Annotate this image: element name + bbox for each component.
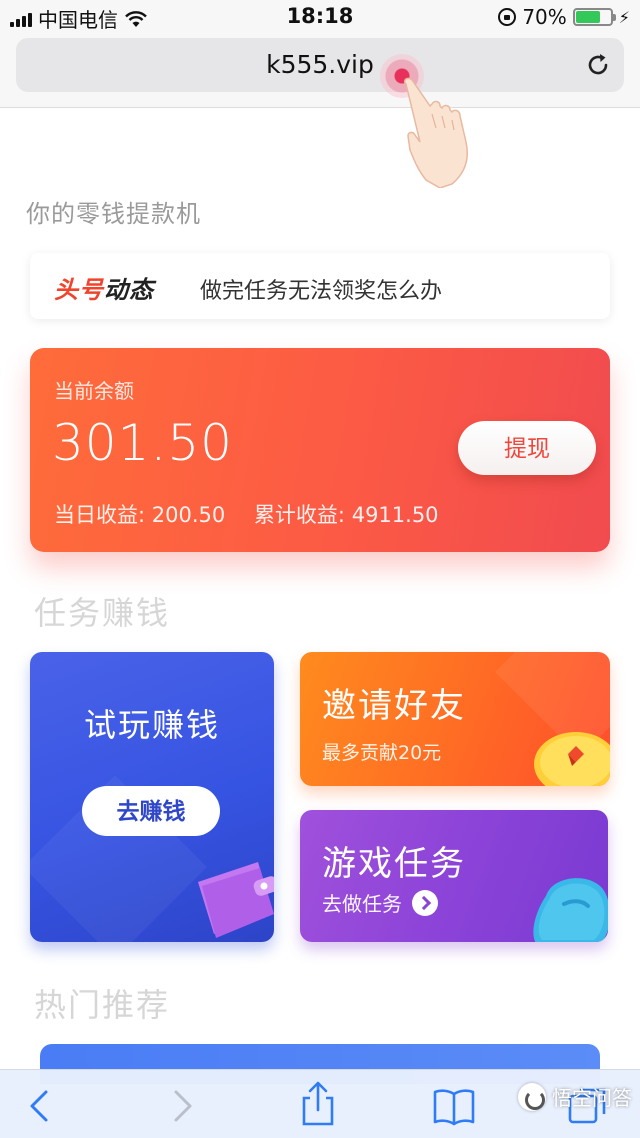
game-card-subtitle: 去做任务 [322, 892, 402, 916]
share-icon [302, 1081, 334, 1126]
browser-header: k555.vip [0, 34, 640, 188]
watermark-text: 悟空问答 [552, 1086, 632, 1110]
trial-earn-card[interactable]: 试玩赚钱 去赚钱 [30, 652, 274, 942]
news-logo-red: 头号 [54, 276, 104, 304]
earnings-stats: 当日收益: 200.50 累计收益: 4911.50 [54, 499, 461, 529]
pointing-hand-icon [403, 77, 468, 188]
total-earnings-value: 4911.50 [351, 503, 439, 527]
rotation-lock-icon [498, 8, 517, 26]
back-button[interactable] [18, 1084, 62, 1128]
gamepad-icon [533, 878, 608, 942]
wallet-icon [198, 862, 274, 938]
game-card-link[interactable]: 去做任务 [322, 888, 438, 917]
bookmarks-button[interactable] [432, 1084, 476, 1128]
share-button[interactable] [296, 1080, 340, 1126]
today-earnings-value: 200.50 [151, 503, 226, 527]
invite-card-subtitle: 最多贡献20元 [322, 742, 442, 764]
go-earn-button[interactable]: 去赚钱 [82, 786, 220, 836]
status-right: 70% ⚡ [498, 5, 630, 29]
watermark-logo-icon [518, 1082, 546, 1111]
game-tasks-card[interactable]: 游戏任务 去做任务 [300, 810, 608, 942]
reload-icon[interactable] [584, 51, 612, 79]
news-logo: 头号动态 [54, 270, 154, 305]
section-title-tasks: 任务赚钱 [34, 594, 171, 632]
red-envelope-coin-icon [534, 732, 610, 786]
total-earnings-label: 累计收益: [253, 503, 346, 527]
news-headline[interactable]: 做完任务无法领奖怎么办 [200, 273, 442, 305]
today-earnings-label: 当日收益: [54, 503, 146, 527]
game-card-title: 游戏任务 [322, 844, 466, 884]
withdraw-button[interactable]: 提现 [458, 421, 596, 475]
charging-icon: ⚡ [618, 7, 630, 27]
chevron-right-circle-icon[interactable] [412, 889, 438, 916]
news-logo-dark: 动态 [104, 276, 154, 304]
page-heading: 你的零钱提款机 [26, 200, 201, 228]
invite-card-title: 邀请好友 [322, 686, 466, 726]
today-earnings: 当日收益: 200.50 [54, 503, 225, 527]
balance-label: 当前余额 [54, 379, 134, 403]
forward-button[interactable] [160, 1084, 204, 1128]
total-earnings: 累计收益: 4911.50 [254, 503, 439, 527]
news-ticker[interactable]: 头号动态 做完任务无法领奖怎么办 [30, 253, 610, 319]
watermark: 悟空问答 [518, 1082, 632, 1111]
status-bar: 中国电信 18:18 70% ⚡ [0, 0, 640, 34]
battery-fill [575, 11, 600, 23]
section-title-hot: 热门推荐 [34, 986, 171, 1024]
book-icon [433, 1089, 475, 1126]
battery-icon [572, 8, 616, 26]
balance-amount: 301.50 [52, 414, 233, 472]
url-text[interactable]: k555.vip [16, 50, 624, 79]
balance-card: 当前余额 301.50 提现 当日收益: 200.50 累计收益: 4911.5… [30, 348, 610, 552]
trial-card-title: 试玩赚钱 [83, 706, 220, 744]
battery-percent: 70% [522, 5, 567, 29]
chevron-right-icon [174, 1090, 192, 1122]
invite-friends-card[interactable]: 邀请好友 最多贡献20元 [300, 652, 610, 786]
address-bar[interactable]: k555.vip [16, 38, 624, 92]
chevron-left-icon [30, 1090, 48, 1122]
